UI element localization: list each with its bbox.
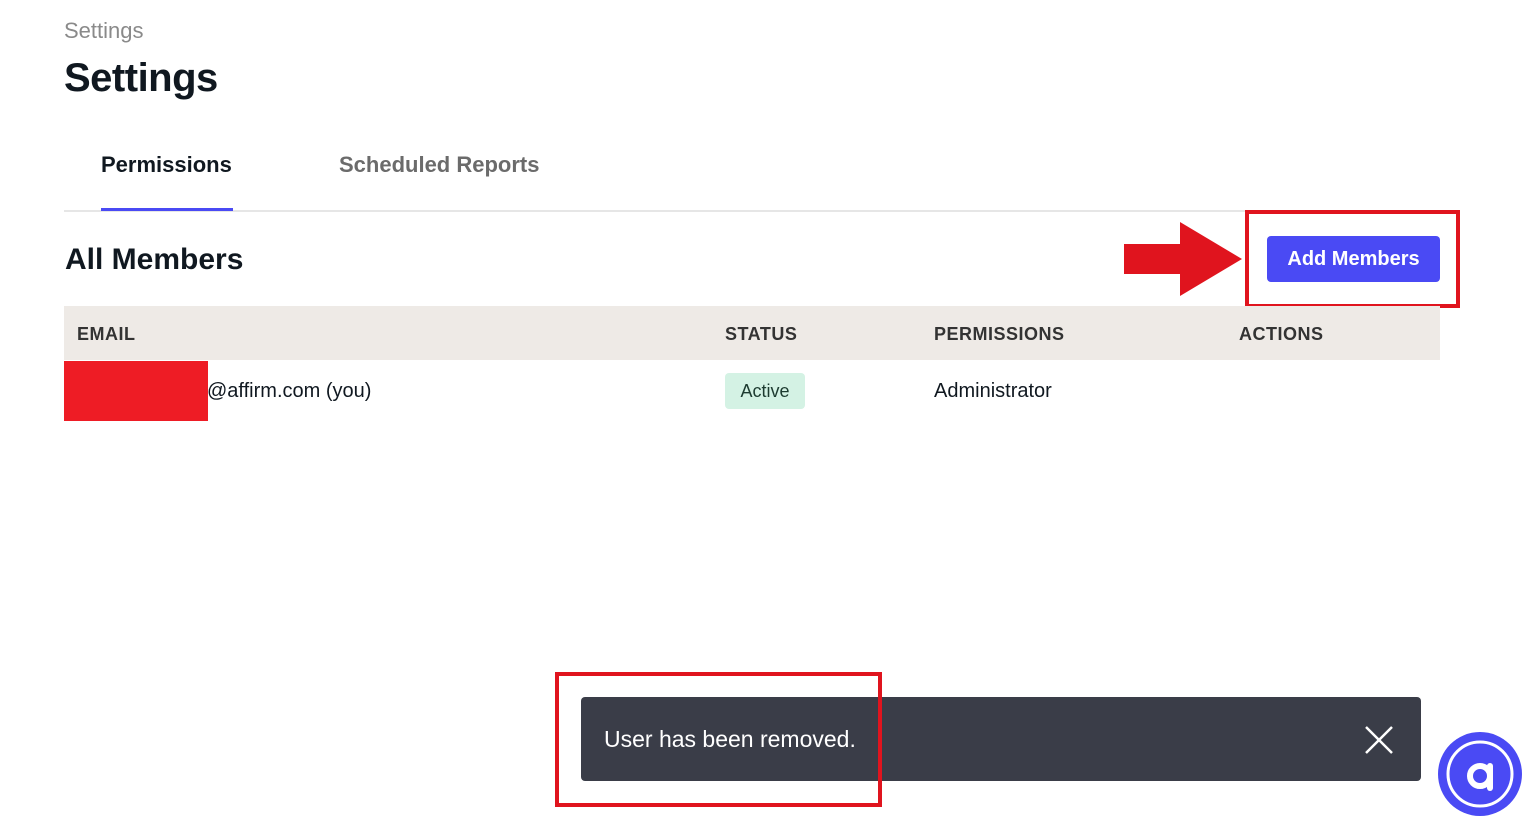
page-title: Settings bbox=[64, 56, 218, 100]
redaction-box bbox=[64, 361, 208, 421]
column-header-email: EMAIL bbox=[77, 324, 136, 344]
annotation-box-toast bbox=[555, 672, 882, 807]
column-header-permissions: PERMISSIONS bbox=[934, 324, 1065, 344]
table-row: @affirm.com (you) Active Administrator bbox=[64, 360, 1440, 422]
column-header-status: STATUS bbox=[725, 324, 798, 344]
breadcrumb: Settings bbox=[64, 18, 144, 43]
chat-button[interactable] bbox=[1438, 732, 1522, 816]
affirm-chat-icon bbox=[1446, 740, 1514, 808]
section-title: All Members bbox=[65, 243, 244, 276]
active-tab-underline bbox=[101, 208, 233, 211]
member-permissions: Administrator bbox=[934, 380, 1052, 402]
column-header-actions: ACTIONS bbox=[1239, 324, 1324, 344]
settings-tabs: Permissions Scheduled Reports bbox=[64, 140, 1440, 212]
close-icon[interactable] bbox=[1361, 722, 1397, 758]
tab-permissions[interactable]: Permissions bbox=[101, 152, 232, 178]
add-members-button[interactable]: Add Members bbox=[1267, 236, 1440, 282]
tab-scheduled-reports[interactable]: Scheduled Reports bbox=[339, 152, 539, 178]
member-email: @affirm.com (you) bbox=[207, 380, 372, 402]
table-header: EMAIL STATUS PERMISSIONS ACTIONS bbox=[64, 306, 1440, 360]
annotation-arrow bbox=[1124, 222, 1242, 296]
status-badge: Active bbox=[725, 373, 805, 409]
